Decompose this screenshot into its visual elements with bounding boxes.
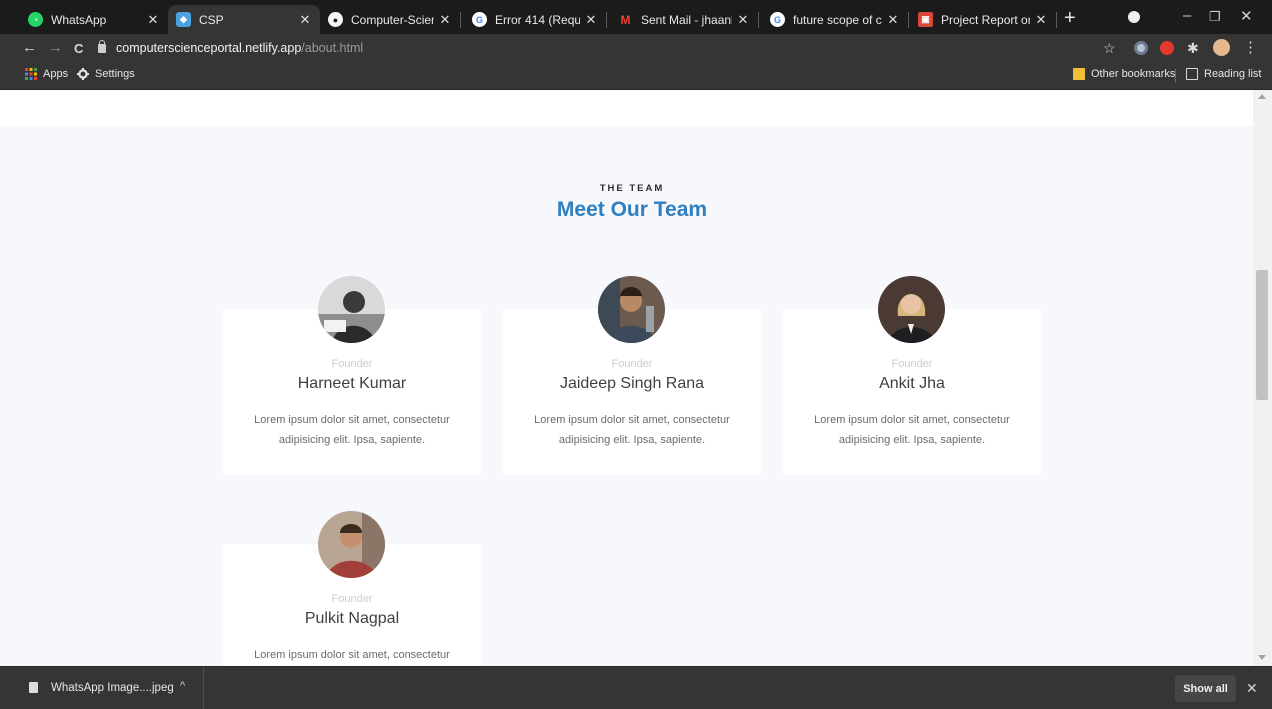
reload-button[interactable]: C bbox=[74, 40, 83, 58]
member-description: Lorem ipsum dolor sit amet, consectetur … bbox=[814, 414, 1010, 446]
section-eyebrow: THE TEAM bbox=[599, 183, 665, 194]
tab-separator bbox=[606, 12, 607, 28]
tab-label: Computer-Science-Po bbox=[351, 12, 434, 27]
section-title: Meet Our Team bbox=[556, 198, 708, 221]
close-icon[interactable]: ✕ bbox=[438, 12, 452, 28]
close-icon[interactable]: ✕ bbox=[146, 12, 160, 28]
close-icon[interactable]: ✕ bbox=[1034, 12, 1048, 28]
tab-label: future scope of comp bbox=[793, 12, 882, 27]
apps-grid-icon bbox=[25, 68, 37, 80]
tab-github[interactable]: ● Computer-Science-Po ✕ bbox=[320, 5, 461, 34]
tab-label: Sent Mail - jhaankit92 bbox=[641, 12, 732, 27]
extension-red-icon[interactable] bbox=[1160, 41, 1174, 55]
member-role: Founder bbox=[331, 358, 373, 370]
member-name: Ankit Jha bbox=[879, 375, 945, 392]
tab-project-report[interactable]: ▣ Project Report on Co ✕ bbox=[910, 5, 1057, 34]
tab-error-414[interactable]: G Error 414 (Request-UI ✕ bbox=[464, 5, 607, 34]
tab-label: WhatsApp bbox=[51, 12, 107, 27]
tab-search-icon[interactable] bbox=[1128, 11, 1140, 23]
bookmark-label: Other bookmarks bbox=[1091, 68, 1176, 80]
bookmarks-bar: Apps Settings Other bookmarks Reading li… bbox=[0, 62, 1272, 90]
avatar-harneet bbox=[318, 276, 385, 343]
address-bar[interactable]: computerscienceportal.netlify.app/about.… bbox=[98, 37, 1098, 59]
member-description: Lorem ipsum dolor sit amet, consectetur … bbox=[254, 414, 450, 446]
new-tab-button[interactable]: + bbox=[1064, 8, 1076, 28]
url-domain: computerscienceportal.netlify.app bbox=[116, 41, 302, 55]
bookmark-separator bbox=[1175, 69, 1176, 83]
tab-gmail[interactable]: M Sent Mail - jhaankit92 ✕ bbox=[610, 5, 759, 34]
download-shelf: WhatsApp Image....jpeg ^ Show all ✕ bbox=[0, 666, 1272, 709]
folder-icon bbox=[1073, 68, 1085, 80]
gmail-icon: M bbox=[620, 12, 631, 27]
browser-window: ◔ WhatsApp ✕ ◆ CSP ✕ ● Computer-Science-… bbox=[0, 0, 1272, 709]
restore-button[interactable]: ❐ bbox=[1209, 9, 1221, 25]
bookmark-label: Settings bbox=[95, 68, 135, 80]
page-scrollbar[interactable] bbox=[1253, 90, 1272, 666]
google-icon: G bbox=[770, 12, 785, 27]
member-description: Lorem ipsum dolor sit amet, consectetur … bbox=[534, 414, 730, 446]
close-icon[interactable]: ✕ bbox=[736, 12, 750, 28]
url-path: /about.html bbox=[301, 41, 364, 55]
member-role: Founder bbox=[331, 593, 373, 605]
download-item[interactable]: WhatsApp Image....jpeg ^ bbox=[0, 667, 204, 709]
tab-strip: ◔ WhatsApp ✕ ◆ CSP ✕ ● Computer-Science-… bbox=[0, 0, 1272, 34]
tab-csp[interactable]: ◆ CSP ✕ bbox=[168, 5, 320, 34]
close-icon[interactable]: ✕ bbox=[298, 12, 312, 28]
tab-separator bbox=[908, 12, 909, 28]
member-name: Pulkit Nagpal bbox=[304, 610, 400, 627]
csp-logo-icon: ◆ bbox=[176, 12, 191, 27]
tab-separator bbox=[1056, 12, 1057, 28]
google-icon: G bbox=[472, 12, 487, 27]
close-shelf-icon[interactable]: ✕ bbox=[1246, 680, 1258, 697]
page-viewport: THE TEAM Meet Our Team Founder Harneet K… bbox=[0, 90, 1253, 666]
avatar-jaideep bbox=[598, 276, 665, 343]
bookmark-label: Apps bbox=[43, 68, 69, 80]
bookmark-label: Reading list bbox=[1204, 68, 1262, 80]
menu-icon[interactable]: ⋮ bbox=[1243, 39, 1258, 57]
chevron-up-icon[interactable]: ^ bbox=[180, 680, 185, 692]
back-button[interactable]: ← bbox=[22, 39, 37, 57]
close-window-button[interactable]: ✕ bbox=[1240, 7, 1253, 25]
github-icon: ● bbox=[328, 12, 343, 27]
bookmark-other[interactable]: Other bookmarks bbox=[1073, 68, 1175, 80]
member-role: Founder bbox=[611, 358, 653, 370]
member-name: Jaideep Singh Rana bbox=[559, 375, 705, 392]
avatar-ankit bbox=[878, 276, 945, 343]
bookmark-reading-list[interactable]: Reading list bbox=[1186, 68, 1261, 80]
scroll-thumb[interactable] bbox=[1256, 270, 1268, 400]
avatar-pulkit bbox=[318, 511, 385, 578]
tab-future-scope[interactable]: G future scope of comp ✕ bbox=[762, 5, 909, 34]
bookmark-star-icon[interactable]: ☆ bbox=[1103, 39, 1116, 57]
close-icon[interactable]: ✕ bbox=[584, 12, 598, 28]
minimize-button[interactable]: – bbox=[1183, 7, 1191, 24]
show-all-button[interactable]: Show all bbox=[1175, 675, 1236, 702]
tab-separator bbox=[460, 12, 461, 28]
member-description: Lorem ipsum dolor sit amet, consectetur bbox=[254, 649, 450, 661]
scroll-down-arrow-icon[interactable] bbox=[1258, 655, 1266, 660]
tab-label: CSP bbox=[199, 12, 224, 27]
bookmark-settings[interactable]: Settings bbox=[77, 68, 135, 80]
browser-toolbar: ← → C computerscienceportal.netlify.app /… bbox=[0, 34, 1272, 62]
file-icon bbox=[29, 682, 38, 693]
document-site-icon: ▣ bbox=[918, 12, 933, 27]
lock-icon bbox=[98, 39, 106, 53]
scroll-up-arrow-icon[interactable] bbox=[1258, 94, 1266, 99]
tab-whatsapp[interactable]: ◔ WhatsApp ✕ bbox=[20, 5, 168, 34]
close-icon[interactable]: ✕ bbox=[886, 12, 900, 28]
team-section: THE TEAM Meet Our Team Founder Harneet K… bbox=[0, 126, 1253, 666]
member-name: Harneet Kumar bbox=[297, 375, 407, 392]
member-role: Founder bbox=[891, 358, 933, 370]
tab-label: Project Report on Co bbox=[941, 12, 1030, 27]
download-file-name: WhatsApp Image....jpeg bbox=[51, 682, 174, 694]
extensions-puzzle-icon[interactable]: ✱ bbox=[1187, 39, 1199, 57]
tab-label: Error 414 (Request-UI bbox=[495, 12, 580, 27]
extension-shield-icon[interactable] bbox=[1134, 41, 1148, 55]
forward-button[interactable]: → bbox=[48, 39, 63, 57]
gear-icon bbox=[77, 68, 89, 80]
profile-avatar-icon[interactable] bbox=[1213, 39, 1230, 56]
tab-separator bbox=[758, 12, 759, 28]
bookmark-apps[interactable]: Apps bbox=[25, 68, 68, 80]
reading-list-icon bbox=[1186, 68, 1198, 80]
whatsapp-icon: ◔ bbox=[28, 12, 43, 27]
